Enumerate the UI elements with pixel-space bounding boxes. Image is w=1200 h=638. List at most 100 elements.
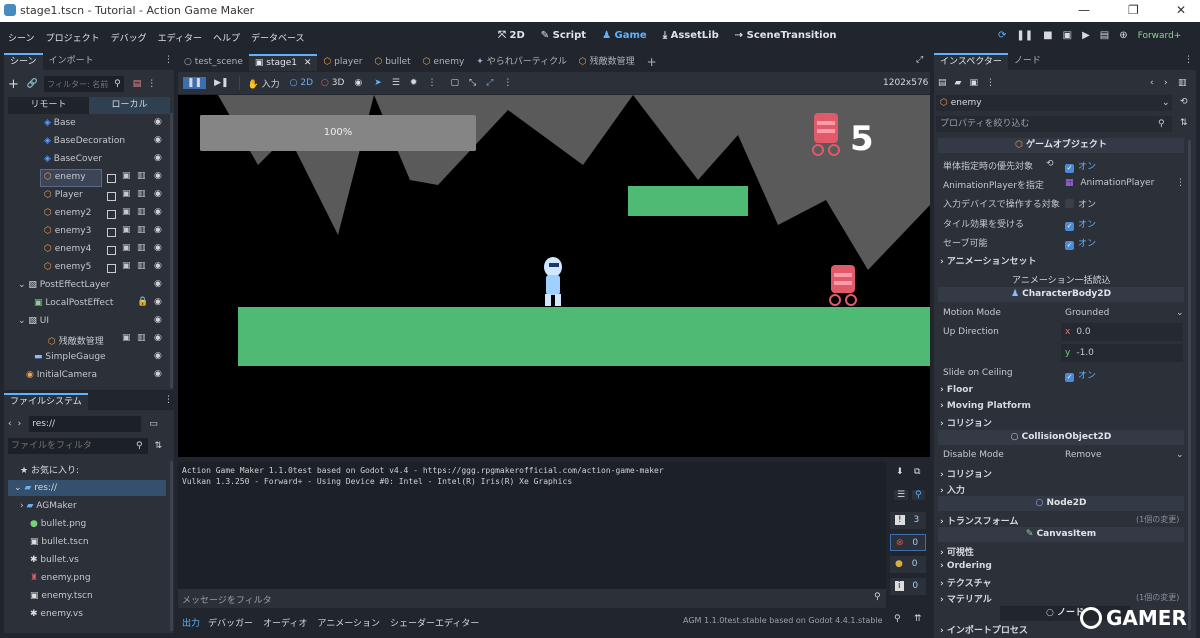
remote-tab[interactable]: リモート <box>8 97 89 114</box>
file-bullet-tscn[interactable]: ▣ bullet.tscn <box>16 534 166 552</box>
info-count[interactable]: i 0 <box>890 578 926 595</box>
save-icon[interactable]: ▣ <box>969 78 978 88</box>
tree-node-simplegauge[interactable]: ▬ SimpleGauge ◉ <box>4 349 169 367</box>
group-material[interactable]: › マテリアル <box>940 592 992 605</box>
search-output-icon[interactable]: ⚲ <box>912 490 925 500</box>
tab-shader-editor[interactable]: シェーダーエディター <box>390 616 479 629</box>
distraction-free-icon[interactable]: ⤢ <box>916 55 923 65</box>
group-input[interactable]: › 入力 <box>940 483 965 496</box>
path-field[interactable]: res:// <box>29 416 142 432</box>
group-ordering[interactable]: › Ordering <box>940 561 992 571</box>
clapper-icon[interactable]: ▣ <box>122 225 131 235</box>
remote-debug-icon[interactable]: ▣ <box>1063 30 1072 41</box>
tab-test-scene[interactable]: ○ test_scene <box>178 54 249 71</box>
forward-arrow-icon[interactable]: › <box>18 419 22 429</box>
anim-bulk-load-button[interactable]: アニメーション一括読込 <box>1012 273 1111 286</box>
tree-node-posteffectlayer[interactable]: ⌄ ▧ PostEffectLayer ◉ <box>4 277 169 295</box>
close-tab-icon[interactable]: ✕ <box>304 58 312 68</box>
tree-node-localposteffect[interactable]: ▣ LocalPostEffect 🔒 ◉ <box>4 295 169 313</box>
tree-node-base[interactable]: ◈ Base ◉ <box>4 115 169 133</box>
lock-icon[interactable]: 🔒 <box>137 297 148 307</box>
instance-icon[interactable] <box>107 210 116 219</box>
group-visibility[interactable]: › 可視性 <box>940 545 974 558</box>
section-collisionobject2d[interactable]: ○ CollisionObject2D <box>938 430 1184 445</box>
group-moving-platform[interactable]: › Moving Platform <box>940 401 1031 411</box>
visibility-icon[interactable]: ◉ <box>154 225 162 235</box>
script-icon[interactable]: ▥ <box>137 333 146 343</box>
visibility-icon[interactable]: ◉ <box>154 117 162 127</box>
instance-icon[interactable] <box>107 174 116 183</box>
debug-icon[interactable]: ✹ <box>410 78 418 88</box>
warning-count[interactable]: ● 0 <box>890 556 926 573</box>
visibility-icon[interactable]: ◉ <box>154 297 162 307</box>
clapper-icon[interactable]: ▣ <box>122 207 131 217</box>
group-collision[interactable]: › コリジョン <box>940 416 992 429</box>
mode-2d-toggle[interactable]: ○ 2D <box>290 78 313 88</box>
script-icon[interactable]: ▥ <box>137 207 146 217</box>
menu-icon[interactable]: ⋮ <box>986 78 995 88</box>
tab-inspector[interactable]: インスペクター <box>934 53 1008 70</box>
visibility-icon[interactable]: ◉ <box>154 135 162 145</box>
tree-node-enemy4[interactable]: ⬡ enemy4 ▣ ▥ ◉ <box>4 241 169 259</box>
workspace-2d[interactable]: ⤧ 2D <box>498 30 525 41</box>
tree-node-enemy[interactable]: ⬡ enemy ▣ ▥ ◉ <box>4 169 169 187</box>
new-resource-icon[interactable]: ▤ <box>938 78 947 88</box>
script-icon[interactable]: ▥ <box>137 189 146 199</box>
group-import-process[interactable]: › インポートプロセス <box>940 623 1028 636</box>
up-direction-y[interactable]: y -1.0 <box>1061 344 1183 362</box>
res-root-item[interactable]: ⌄ ▰ res:// <box>8 480 166 496</box>
visibility-icon[interactable]: ◉ <box>154 279 162 289</box>
script-icon[interactable]: ▤ <box>133 79 142 89</box>
tree-node-remaining-enemies[interactable]: ⬡ 残敵数管理 ▣ ▥ ◉ <box>4 331 169 349</box>
tab-audio[interactable]: オーディオ <box>263 616 307 629</box>
tab-debugger[interactable]: デバッガー <box>208 616 253 629</box>
menu-icon[interactable]: ⋮ <box>427 78 436 88</box>
tree-node-enemy5[interactable]: ⬡ enemy5 ▣ ▥ ◉ <box>4 259 169 277</box>
script-icon[interactable]: ▥ <box>137 261 146 271</box>
group-transform[interactable]: › トランスフォーム <box>940 514 1018 527</box>
visibility-icon[interactable]: ◉ <box>154 261 162 271</box>
tree-node-ui[interactable]: ⌄ ▧ UI ◉ <box>4 313 169 331</box>
prop-slide-on-ceiling[interactable]: Slide on Ceiling ✓ オン <box>938 364 1186 383</box>
history-forward-icon[interactable]: › <box>1164 78 1168 88</box>
split-view-icon[interactable]: ▭ <box>149 419 158 429</box>
tab-remaining-enemies[interactable]: ⬡ 残敵数管理 <box>573 54 641 71</box>
tab-bullet[interactable]: ⬡ bullet <box>368 54 416 71</box>
group-animation-set[interactable]: › アニメーションセット <box>940 254 1036 267</box>
tab-enemy[interactable]: ⬡ enemy <box>417 54 471 71</box>
dock-menu-icon[interactable]: ⋮ <box>164 55 173 65</box>
section-characterbody2d[interactable]: ♟ CharacterBody2D <box>938 287 1184 302</box>
menu-icon[interactable]: ⋮ <box>147 79 156 89</box>
input-toggle[interactable]: ✋ 入力 <box>248 77 280 90</box>
tree-node-initialcamera[interactable]: ◉ InitialCamera ◉ <box>4 367 169 385</box>
tree-node-enemy3[interactable]: ⬡ enemy3 ▣ ▥ ◉ <box>4 223 169 241</box>
link-icon[interactable]: 🔗 <box>27 79 38 89</box>
clapper-icon[interactable]: ▣ <box>122 261 131 271</box>
menu-help[interactable]: ヘルプ <box>213 31 240 44</box>
list-select-icon[interactable]: ☰ <box>392 78 400 88</box>
tab-filesystem[interactable]: ファイルシステム <box>4 393 88 410</box>
dock-menu-icon[interactable]: ⋮ <box>164 395 173 405</box>
close-button[interactable]: ✕ <box>1176 3 1186 17</box>
visibility-icon[interactable]: ◉ <box>154 207 162 217</box>
copy-output-icon[interactable]: ⧉ <box>914 467 920 477</box>
play-custom-icon[interactable]: ▤ <box>1100 30 1109 41</box>
prop-checkbox[interactable]: ✓ オン <box>1065 217 1096 231</box>
tab-animation[interactable]: アニメーション <box>317 616 380 629</box>
file-filter-input[interactable] <box>8 438 148 454</box>
pause-game-icon[interactable]: ❚❚ <box>183 77 207 89</box>
pause-icon[interactable]: ❚❚ <box>1016 30 1033 41</box>
visibility-icon[interactable]: ◉ <box>154 189 162 199</box>
clear-output-icon[interactable]: ⬇ <box>896 467 904 477</box>
group-collision-2[interactable]: › コリジョン <box>940 467 992 480</box>
prop-priority-target[interactable]: 単体指定時の優先対象 ⟲ ✓ オン <box>938 155 1186 174</box>
workspace-game[interactable]: ♟ Game <box>602 30 647 41</box>
mode-3d-toggle[interactable]: ○ 3D <box>321 78 344 88</box>
prop-checkbox[interactable]: ✓ オン <box>1065 159 1096 173</box>
tab-stage1[interactable]: ▣ stage1 ✕ <box>248 53 318 71</box>
collapse-icon[interactable]: ☰ <box>894 490 909 500</box>
menu-icon-2[interactable]: ⋮ <box>503 78 512 88</box>
step-frame-icon[interactable]: ▶❚ <box>214 78 228 88</box>
workspace-assetlib[interactable]: ⤓ AssetLib <box>663 30 719 41</box>
tab-node[interactable]: ノード <box>1008 53 1047 70</box>
